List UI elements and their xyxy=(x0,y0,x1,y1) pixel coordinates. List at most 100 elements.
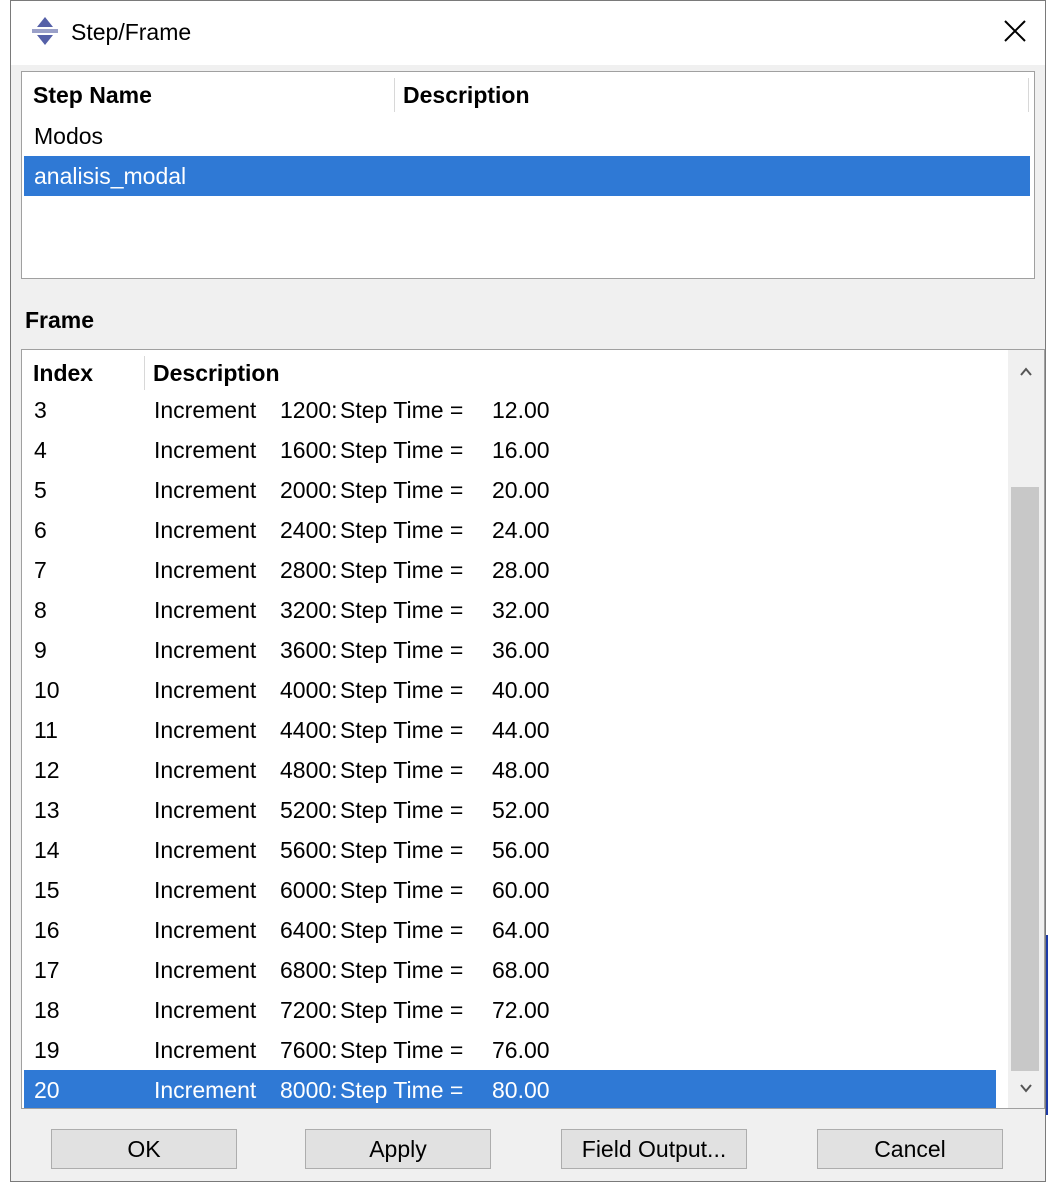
frame-step-time-label: Step Time = xyxy=(340,917,464,943)
frame-row[interactable]: 20 Increment 8000: Step Time = 80.00 xyxy=(24,1070,996,1108)
frame-step-time-label: Step Time = xyxy=(340,637,464,663)
frame-step-time-value: 76.00 xyxy=(492,1037,550,1063)
scrollbar-thumb[interactable] xyxy=(1011,487,1039,1071)
frame-increment-number: 7600: xyxy=(280,1037,338,1063)
frame-step-time-value: 24.00 xyxy=(492,517,550,543)
ok-button[interactable]: OK xyxy=(51,1129,237,1169)
frame-row[interactable]: 10 Increment 4000: Step Time = 40.00 xyxy=(24,670,996,710)
frame-step-time-value: 36.00 xyxy=(492,637,550,663)
frame-increment-label: Increment xyxy=(154,797,257,823)
frame-step-time-label: Step Time = xyxy=(340,437,464,463)
frame-row[interactable]: 9 Increment 3600: Step Time = 36.00 xyxy=(24,630,996,670)
frame-index: 19 xyxy=(34,1037,60,1063)
close-button[interactable] xyxy=(993,9,1037,53)
frame-index: 17 xyxy=(34,957,60,983)
frame-step-time-label: Step Time = xyxy=(340,837,464,863)
frame-row[interactable]: 6 Increment 2400: Step Time = 24.00 xyxy=(24,510,996,550)
frame-increment-number: 3600: xyxy=(280,637,338,663)
apply-button[interactable]: Apply xyxy=(305,1129,491,1169)
step-frame-dialog: Step/Frame Step Name Description Modos a… xyxy=(10,0,1046,1182)
frame-increment-label: Increment xyxy=(154,917,257,943)
frame-step-time-label: Step Time = xyxy=(340,757,464,783)
frame-step-time-value: 72.00 xyxy=(492,997,550,1023)
frame-step-time-value: 40.00 xyxy=(492,677,550,703)
step-row-modos[interactable]: Modos xyxy=(24,116,1030,156)
frame-index: 3 xyxy=(34,397,47,423)
frame-row[interactable]: 8 Increment 3200: Step Time = 32.00 xyxy=(24,590,996,630)
frame-step-time-label: Step Time = xyxy=(340,717,464,743)
chevron-up-icon xyxy=(1020,367,1032,376)
frame-step-time-value: 44.00 xyxy=(492,717,550,743)
frame-increment-number: 2000: xyxy=(280,477,338,503)
frame-step-time-value: 56.00 xyxy=(492,837,550,863)
scroll-down-button[interactable] xyxy=(1008,1068,1044,1108)
column-header-step-name[interactable]: Step Name xyxy=(33,72,152,116)
frame-index: 14 xyxy=(34,837,60,863)
frame-increment-number: 3200: xyxy=(280,597,338,623)
frame-index: 16 xyxy=(34,917,60,943)
frame-increment-label: Increment xyxy=(154,557,257,583)
frame-row[interactable]: 17 Increment 6800: Step Time = 68.00 xyxy=(24,950,996,990)
frame-step-time-label: Step Time = xyxy=(340,997,464,1023)
frame-step-time-label: Step Time = xyxy=(340,677,464,703)
frame-index: 15 xyxy=(34,877,60,903)
step-table-header: Step Name Description xyxy=(22,72,1034,116)
frame-increment-label: Increment xyxy=(154,677,257,703)
frame-step-time-value: 60.00 xyxy=(492,877,550,903)
frame-row[interactable]: 12 Increment 4800: Step Time = 48.00 xyxy=(24,750,996,790)
frame-row[interactable]: 15 Increment 6000: Step Time = 60.00 xyxy=(24,870,996,910)
column-header-description[interactable]: Description xyxy=(403,72,530,116)
frame-table: Index Description 3 Increment 1200: Step Ti… xyxy=(21,349,1045,1109)
frame-increment-label: Increment xyxy=(154,477,257,503)
frame-row[interactable]: 13 Increment 5200: Step Time = 52.00 xyxy=(24,790,996,830)
frame-row[interactable]: 18 Increment 7200: Step Time = 72.00 xyxy=(24,990,996,1030)
column-header-description[interactable]: Description xyxy=(153,350,280,394)
frame-increment-number: 6000: xyxy=(280,877,338,903)
frame-step-time-value: 68.00 xyxy=(492,957,550,983)
column-divider[interactable] xyxy=(1028,78,1029,112)
frame-step-time-label: Step Time = xyxy=(340,1037,464,1063)
cancel-button[interactable]: Cancel xyxy=(817,1129,1003,1169)
frame-increment-number: 4000: xyxy=(280,677,338,703)
frame-row[interactable]: 11 Increment 4400: Step Time = 44.00 xyxy=(24,710,996,750)
frame-index: 6 xyxy=(34,517,47,543)
step-row-analisis-modal[interactable]: analisis_modal xyxy=(24,156,1030,196)
frame-increment-label: Increment xyxy=(154,1077,257,1103)
frame-increment-number: 1600: xyxy=(280,437,338,463)
frame-row[interactable]: 16 Increment 6400: Step Time = 64.00 xyxy=(24,910,996,950)
frame-index: 10 xyxy=(34,677,60,703)
frame-increment-number: 8000: xyxy=(280,1077,338,1103)
frame-increment-number: 2800: xyxy=(280,557,338,583)
frame-increment-number: 4800: xyxy=(280,757,338,783)
scroll-up-button[interactable] xyxy=(1008,352,1044,392)
frame-row[interactable]: 3 Increment 1200: Step Time = 12.00 xyxy=(24,390,996,430)
vertical-scrollbar[interactable] xyxy=(1008,350,1044,1108)
frame-increment-number: 5600: xyxy=(280,837,338,863)
step-name: Modos xyxy=(34,123,104,149)
frame-step-time-label: Step Time = xyxy=(340,797,464,823)
frame-increment-label: Increment xyxy=(154,757,257,783)
frame-step-time-value: 20.00 xyxy=(492,477,550,503)
frame-row[interactable]: 19 Increment 7600: Step Time = 76.00 xyxy=(24,1030,996,1070)
frame-increment-label: Increment xyxy=(154,997,257,1023)
frame-row[interactable]: 5 Increment 2000: Step Time = 20.00 xyxy=(24,470,996,510)
frame-increment-label: Increment xyxy=(154,637,257,663)
frame-step-time-label: Step Time = xyxy=(340,517,464,543)
field-output-button[interactable]: Field Output... xyxy=(561,1129,747,1169)
title-bar: Step/Frame xyxy=(11,1,1045,65)
step-frame-icon xyxy=(32,17,58,45)
frame-index: 5 xyxy=(34,477,47,503)
frame-increment-number: 2400: xyxy=(280,517,338,543)
frame-row[interactable]: 14 Increment 5600: Step Time = 56.00 xyxy=(24,830,996,870)
column-header-index[interactable]: Index xyxy=(33,350,93,394)
frame-index: 4 xyxy=(34,437,47,463)
frame-index: 20 xyxy=(34,1077,60,1103)
frame-step-time-value: 80.00 xyxy=(492,1077,550,1103)
frame-list: 3 Increment 1200: Step Time = 12.00 4 Incremen… xyxy=(24,390,996,1108)
frame-step-time-value: 12.00 xyxy=(492,397,550,423)
frame-increment-label: Increment xyxy=(154,717,257,743)
column-divider[interactable] xyxy=(394,78,395,112)
frame-row[interactable]: 4 Increment 1600: Step Time = 16.00 xyxy=(24,430,996,470)
column-divider[interactable] xyxy=(144,356,145,390)
frame-row[interactable]: 7 Increment 2800: Step Time = 28.00 xyxy=(24,550,996,590)
